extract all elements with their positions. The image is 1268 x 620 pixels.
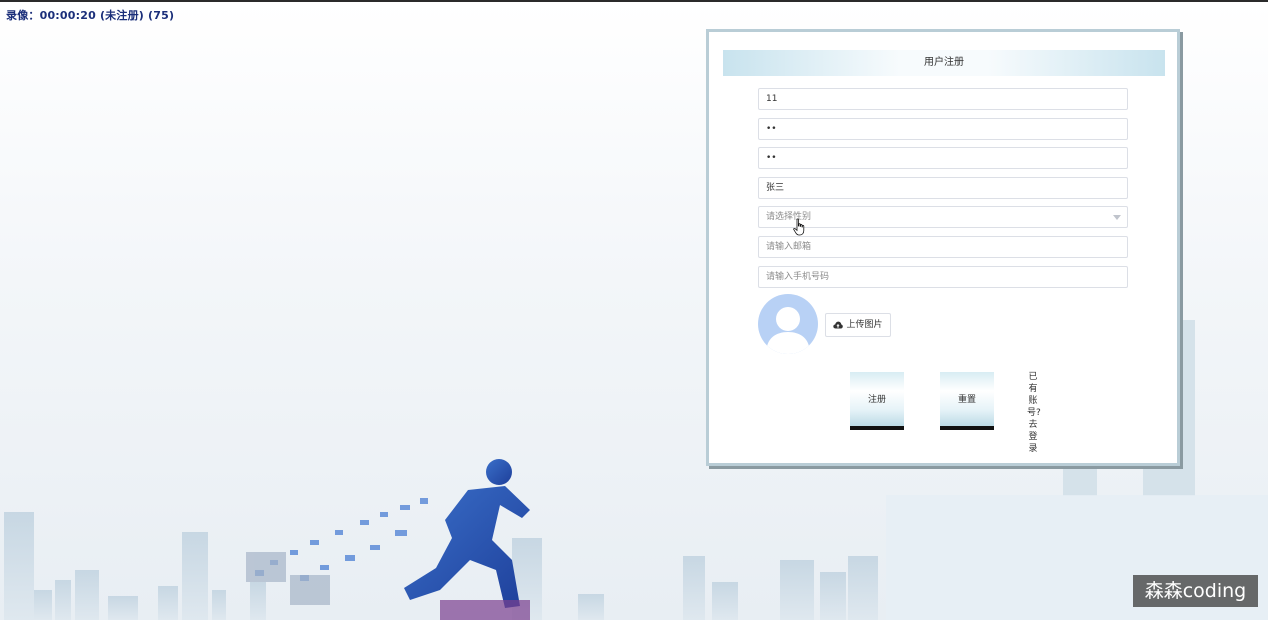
user-silhouette-icon (766, 307, 810, 354)
panel-title: 用户注册 (723, 50, 1165, 76)
confirm-password-input[interactable]: •• (758, 147, 1128, 169)
avatar (758, 294, 818, 354)
hand-cursor-icon (793, 218, 805, 236)
username-input[interactable]: 11 (758, 88, 1128, 110)
recording-label: 录像：00:00:20 (未注册) (75) (6, 9, 175, 22)
runner-illustration (246, 459, 530, 620)
login-link[interactable]: 已有账号?去登录 (1027, 371, 1041, 455)
chevron-down-icon (1113, 215, 1121, 220)
real-name-input[interactable]: 张三 (758, 177, 1128, 199)
upload-image-label: 上传图片 (846, 320, 883, 330)
upload-image-button[interactable]: 上传图片 (825, 313, 891, 337)
register-button[interactable]: 注册 (850, 372, 904, 430)
email-input[interactable]: 请输入邮箱 (758, 236, 1128, 258)
phone-input[interactable]: 请输入手机号码 (758, 266, 1128, 288)
register-panel: 用户注册 11 •• •• 张三 请选择性别 请输入邮箱 请输入手机号码 上传图… (706, 29, 1180, 466)
password-input[interactable]: •• (758, 118, 1128, 140)
skyline-buildings-left (4, 512, 878, 620)
cloud-upload-icon (833, 321, 844, 328)
gender-select[interactable]: 请选择性别 (758, 206, 1128, 228)
reset-button[interactable]: 重置 (940, 372, 994, 430)
top-border-line (0, 0, 1268, 2)
watermark: 森森coding (1133, 575, 1258, 607)
